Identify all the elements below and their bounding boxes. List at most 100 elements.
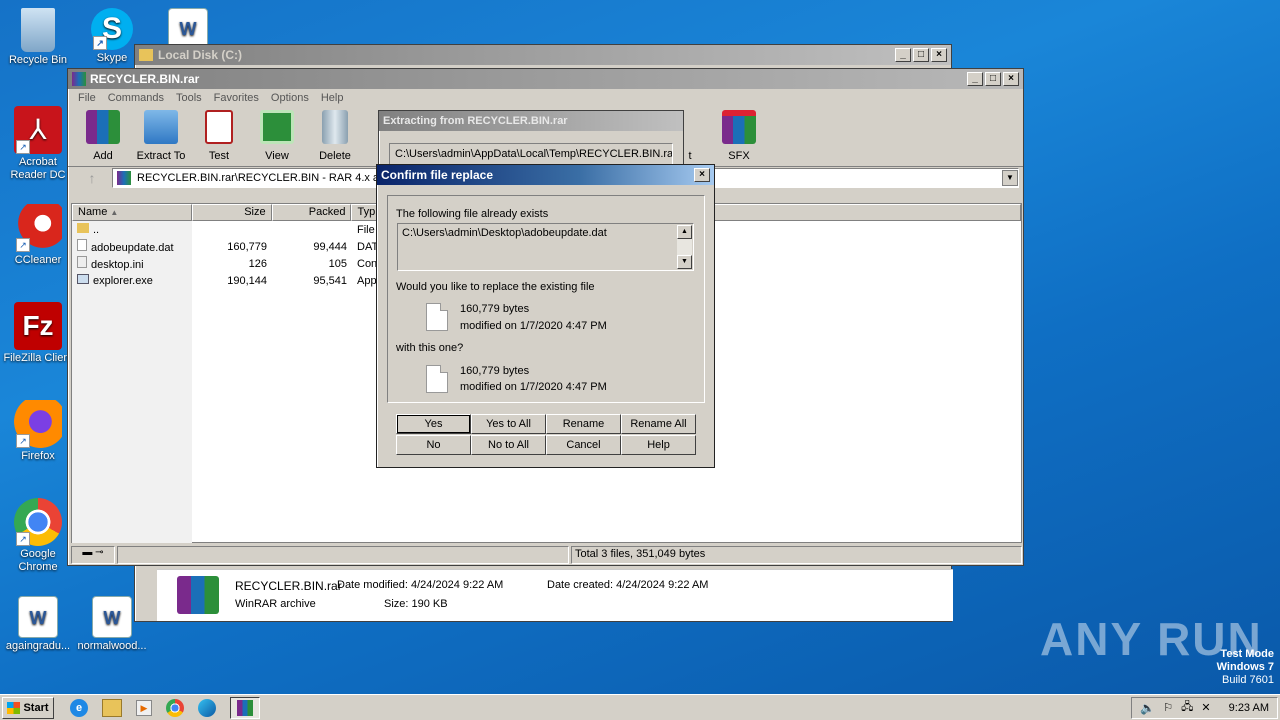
confirm-titlebar[interactable]: Confirm file replace × <box>377 165 714 185</box>
explorer-taskbar-icon[interactable] <box>102 698 122 717</box>
exists-label: The following file already exists <box>396 208 549 220</box>
chevron-down-icon[interactable]: ▼ <box>1002 170 1018 186</box>
word-doc-icon: W <box>18 596 58 638</box>
scroll-up-button[interactable]: ▲ <box>677 225 692 239</box>
path-text: RECYCLER.BIN.rar\RECYCLER.BIN - RAR 4.x … <box>137 172 383 184</box>
tool-label: t <box>688 150 692 162</box>
desktop-icon-filezilla[interactable]: Fz FileZilla Client <box>0 302 76 365</box>
existing-path-text: C:\Users\admin\Desktop\adobeupdate.dat <box>402 227 607 239</box>
os-version-text: Test Mode Windows 7 Build 7601 <box>1217 648 1274 687</box>
maximize-button[interactable]: □ <box>913 48 929 62</box>
tool-label: SFX <box>728 150 750 162</box>
window-title: Extracting from RECYCLER.BIN.rar <box>383 115 568 127</box>
winrar-app-icon <box>72 72 86 86</box>
desktop-icon-recycle-bin[interactable]: Recycle Bin <box>0 8 76 67</box>
tool-sfx-button[interactable]: SFX <box>710 110 768 162</box>
up-arrow-icon[interactable]: ↑ <box>72 170 112 186</box>
exe-file-icon <box>77 274 89 284</box>
shortcut-arrow-icon: ↗ <box>16 532 30 546</box>
shortcut-arrow-icon: ↗ <box>16 238 30 252</box>
menu-favorites[interactable]: Favorites <box>208 92 265 104</box>
confirm-group-box: The following file already exists C:\Use… <box>387 195 705 403</box>
confirm-replace-dialog[interactable]: Confirm file replace × The following fil… <box>376 164 715 468</box>
window-title: Confirm file replace <box>381 168 494 182</box>
extracting-titlebar[interactable]: Extracting from RECYCLER.BIN.rar <box>379 111 683 131</box>
scroll-down-button[interactable]: ▼ <box>677 255 692 269</box>
network-icon[interactable]: 🖧 <box>1181 698 1193 717</box>
power-icon[interactable]: ✕ <box>1201 701 1210 714</box>
action-center-icon[interactable]: ⚐ <box>1163 701 1173 714</box>
clock[interactable]: 9:23 AM <box>1229 702 1269 714</box>
tool-label: Delete <box>319 150 351 162</box>
explorer-titlebar[interactable]: Local Disk (C:) _ □ × <box>135 45 951 65</box>
yes-button[interactable]: Yes <box>396 414 471 434</box>
column-header-packed[interactable]: Packed <box>271 204 352 221</box>
sort-arrow-icon: ▲ <box>110 208 119 217</box>
tool-label: Add <box>93 150 113 162</box>
minimize-button[interactable]: _ <box>967 72 983 86</box>
close-button[interactable]: × <box>694 168 710 182</box>
column-header-name[interactable]: Name ▲ <box>72 204 192 221</box>
start-button[interactable]: Start <box>2 696 54 719</box>
status-bar: ▬ ⊸ Total 3 files, 351,049 bytes <box>71 546 1022 564</box>
help-button[interactable]: Help <box>621 435 696 455</box>
desktop-icon-word-doc-1[interactable]: W againgradu... <box>0 596 76 653</box>
path-scrollbar[interactable]: ▲ ▼ <box>677 225 692 269</box>
volume-icon[interactable]: 🔈 <box>1140 701 1155 715</box>
tool-partial-button[interactable]: t <box>682 150 698 162</box>
media-player-icon[interactable]: ▶ <box>136 699 152 716</box>
extracting-dialog[interactable]: Extracting from RECYCLER.BIN.rar C:\User… <box>378 110 684 170</box>
no-button[interactable]: No <box>396 435 471 455</box>
menu-help[interactable]: Help <box>315 92 350 104</box>
maximize-button[interactable]: □ <box>985 72 1001 86</box>
details-pane: RECYCLER.BIN.rar WinRAR archive Date mod… <box>157 569 953 621</box>
rename-all-button[interactable]: Rename All <box>621 414 696 434</box>
menu-options[interactable]: Options <box>265 92 315 104</box>
delete-trash-icon <box>322 110 348 144</box>
winrar-taskbar-button[interactable] <box>230 696 260 719</box>
winrar-titlebar[interactable]: RECYCLER.BIN.rar _ □ × <box>68 69 1023 89</box>
edge-icon[interactable] <box>198 698 216 717</box>
tool-delete-button[interactable]: Delete <box>306 110 364 162</box>
ie-icon[interactable]: e <box>70 698 88 717</box>
new-file-icon <box>426 365 448 393</box>
start-label: Start <box>23 701 49 714</box>
desktop-icon-label: CCleaner <box>14 254 62 266</box>
quick-launch: e ▶ <box>70 696 260 719</box>
word-doc-icon: W <box>92 596 132 638</box>
yes-to-all-button[interactable]: Yes to All <box>471 414 546 434</box>
rename-button[interactable]: Rename <box>546 414 621 434</box>
existing-size: 160,779 bytes <box>460 303 530 315</box>
status-text: Total 3 files, 351,049 bytes <box>571 546 1022 564</box>
desktop-icon-label: Acrobat Reader DC <box>10 156 66 181</box>
tool-test-button[interactable]: Test <box>190 110 248 162</box>
tool-extract-to-button[interactable]: Extract To <box>132 110 190 162</box>
desktop-icon-ccleaner[interactable]: ↗ CCleaner <box>0 204 76 267</box>
minimize-button[interactable]: _ <box>895 48 911 62</box>
menu-file[interactable]: File <box>72 92 102 104</box>
close-button[interactable]: × <box>1003 72 1019 86</box>
desktop-icon-chrome[interactable]: ↗ Google Chrome <box>0 498 76 574</box>
desktop-icon-firefox[interactable]: ↗ Firefox <box>0 400 76 463</box>
menu-bar: File Commands Tools Favorites Options He… <box>68 89 1023 107</box>
tool-view-button[interactable]: View <box>248 110 306 162</box>
word-doc-icon: W <box>168 8 208 48</box>
existing-modified: modified on 1/7/2020 4:47 PM <box>460 320 607 332</box>
acrobat-icon: ⅄ ↗ <box>14 106 62 154</box>
status-left <box>117 546 569 564</box>
filezilla-icon: Fz <box>14 302 62 350</box>
chrome-taskbar-icon[interactable] <box>166 698 184 717</box>
menu-commands[interactable]: Commands <box>102 92 170 104</box>
no-to-all-button[interactable]: No to All <box>471 435 546 455</box>
sfx-archive-icon <box>722 110 756 144</box>
extract-path-field: C:\Users\admin\AppData\Local\Temp\RECYCL… <box>389 143 673 165</box>
tool-add-button[interactable]: Add <box>74 110 132 162</box>
details-filetype: WinRAR archive <box>235 598 316 610</box>
close-button[interactable]: × <box>931 48 947 62</box>
details-filename: RECYCLER.BIN.rar <box>235 579 342 593</box>
column-header-size[interactable]: Size <box>191 204 272 221</box>
drive-icon[interactable]: ▬ ⊸ <box>71 546 115 564</box>
menu-tools[interactable]: Tools <box>170 92 208 104</box>
desktop-icon-acrobat[interactable]: ⅄ ↗ Acrobat Reader DC <box>0 106 76 182</box>
cancel-button[interactable]: Cancel <box>546 435 621 455</box>
